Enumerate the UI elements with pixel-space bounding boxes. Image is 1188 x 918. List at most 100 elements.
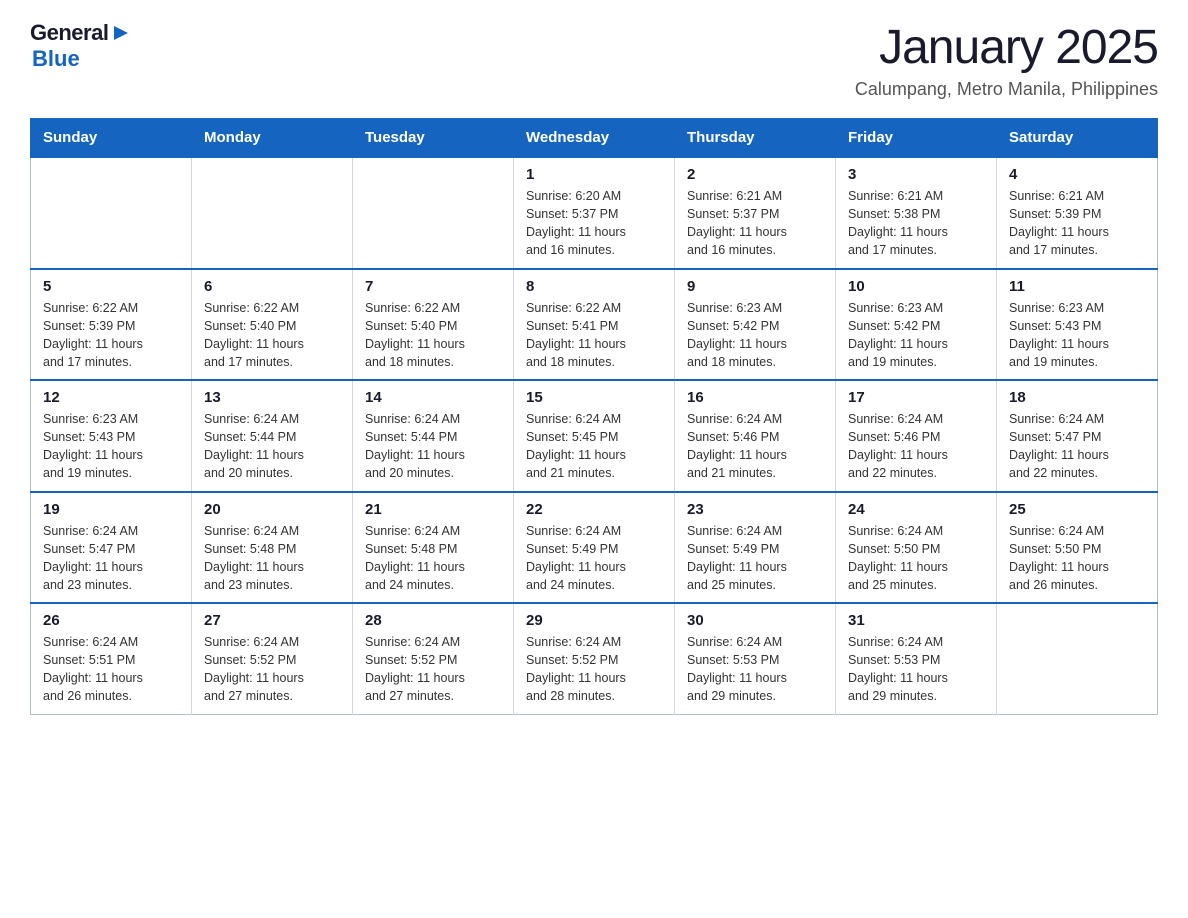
- day-number: 23: [687, 501, 823, 518]
- day-number: 29: [526, 612, 662, 629]
- day-number: 1: [526, 166, 662, 183]
- calendar-cell-w5-d5: 30 Sunrise: 6:24 AMSunset: 5:53 PMDayligh…: [675, 603, 836, 714]
- day-info: Sunrise: 6:24 AMSunset: 5:52 PMDaylight:…: [365, 633, 501, 706]
- calendar-cell-w5-d6: 31Sunrise: 6:24 AMSunset: 5:53 PMDayligh…: [836, 603, 997, 714]
- calendar-cell-w4-d5: 23 Sunrise: 6:24 AMSunset: 5:49 PMDayligh…: [675, 492, 836, 604]
- calendar-cell-w1-d2: [192, 157, 353, 269]
- calendar-cell-w2-d4: 8Sunrise: 6:22 AMSunset: 5:41 PMDaylight…: [514, 269, 675, 381]
- calendar-week-3: 12 Sunrise: 6:23 AMSunset: 5:43 PMDayligh…: [31, 380, 1158, 492]
- day-info: Sunrise: 6:22 AMSunset: 5:40 PMDaylight:…: [365, 299, 501, 372]
- day-number: 9: [687, 278, 823, 295]
- day-number: 28: [365, 612, 501, 629]
- day-number: 4: [1009, 166, 1145, 183]
- calendar-cell-w5-d4: 29 Sunrise: 6:24 AMSunset: 5:52 PMDayligh…: [514, 603, 675, 714]
- day-info: Sunrise: 6:24 AMSunset: 5:48 PMDaylight:…: [365, 522, 501, 595]
- logo-arrow-icon: [110, 22, 132, 44]
- day-number: 18: [1009, 389, 1145, 406]
- day-number: 10: [848, 278, 984, 295]
- day-info: Sunrise: 6:24 AMSunset: 5:53 PMDaylight:…: [687, 633, 823, 706]
- day-info: Sunrise: 6:24 AMSunset: 5:46 PMDaylight:…: [848, 410, 984, 483]
- title-block: January 2025 Calumpang, Metro Manila, Ph…: [855, 20, 1158, 100]
- day-info: Sunrise: 6:21 AMSunset: 5:37 PMDaylight:…: [687, 187, 823, 260]
- header-wednesday: Wednesday: [514, 119, 675, 158]
- day-number: 13: [204, 389, 340, 406]
- calendar-cell-w3-d6: 17 Sunrise: 6:24 AMSunset: 5:46 PMDayligh…: [836, 380, 997, 492]
- calendar-cell-w2-d2: 6Sunrise: 6:22 AMSunset: 5:40 PMDaylight…: [192, 269, 353, 381]
- day-number: 31: [848, 612, 984, 629]
- calendar-cell-w3-d2: 13 Sunrise: 6:24 AMSunset: 5:44 PMDayligh…: [192, 380, 353, 492]
- day-info: Sunrise: 6:23 AMSunset: 5:42 PMDaylight:…: [687, 299, 823, 372]
- day-info: Sunrise: 6:23 AMSunset: 5:42 PMDaylight:…: [848, 299, 984, 372]
- logo-blue-text: Blue: [32, 46, 80, 72]
- calendar-cell-w3-d1: 12 Sunrise: 6:23 AMSunset: 5:43 PMDayligh…: [31, 380, 192, 492]
- day-info: Sunrise: 6:24 AMSunset: 5:52 PMDaylight:…: [526, 633, 662, 706]
- day-number: 22: [526, 501, 662, 518]
- calendar-cell-w4-d1: 19Sunrise: 6:24 AMSunset: 5:47 PMDayligh…: [31, 492, 192, 604]
- header-monday: Monday: [192, 119, 353, 158]
- day-info: Sunrise: 6:24 AMSunset: 5:50 PMDaylight:…: [848, 522, 984, 595]
- header-saturday: Saturday: [997, 119, 1158, 158]
- calendar-cell-w1-d7: 4Sunrise: 6:21 AMSunset: 5:39 PMDaylight…: [997, 157, 1158, 269]
- day-info: Sunrise: 6:24 AMSunset: 5:49 PMDaylight:…: [526, 522, 662, 595]
- day-info: Sunrise: 6:20 AMSunset: 5:37 PMDaylight:…: [526, 187, 662, 260]
- day-info: Sunrise: 6:24 AMSunset: 5:51 PMDaylight:…: [43, 633, 179, 706]
- calendar-cell-w2-d3: 7 Sunrise: 6:22 AMSunset: 5:40 PMDaylight…: [353, 269, 514, 381]
- day-number: 30: [687, 612, 823, 629]
- day-info: Sunrise: 6:24 AMSunset: 5:48 PMDaylight:…: [204, 522, 340, 595]
- day-info: Sunrise: 6:23 AMSunset: 5:43 PMDaylight:…: [43, 410, 179, 483]
- header-sunday: Sunday: [31, 119, 192, 158]
- calendar-cell-w2-d6: 10 Sunrise: 6:23 AMSunset: 5:42 PMDayligh…: [836, 269, 997, 381]
- day-number: 27: [204, 612, 340, 629]
- calendar-cell-w3-d5: 16 Sunrise: 6:24 AMSunset: 5:46 PMDayligh…: [675, 380, 836, 492]
- calendar-cell-w3-d4: 15Sunrise: 6:24 AMSunset: 5:45 PMDayligh…: [514, 380, 675, 492]
- day-number: 20: [204, 501, 340, 518]
- day-number: 5: [43, 278, 179, 295]
- calendar-cell-w5-d2: 27Sunrise: 6:24 AMSunset: 5:52 PMDayligh…: [192, 603, 353, 714]
- calendar-cell-w1-d5: 2Sunrise: 6:21 AMSunset: 5:37 PMDaylight…: [675, 157, 836, 269]
- day-info: Sunrise: 6:24 AMSunset: 5:47 PMDaylight:…: [43, 522, 179, 595]
- calendar-cell-w1-d3: [353, 157, 514, 269]
- day-number: 12: [43, 389, 179, 406]
- day-info: Sunrise: 6:24 AMSunset: 5:46 PMDaylight:…: [687, 410, 823, 483]
- calendar-table: SundayMondayTuesdayWednesdayThursdayFrid…: [30, 118, 1158, 715]
- day-number: 7: [365, 278, 501, 295]
- logo-general-text: General: [30, 20, 108, 46]
- day-number: 15: [526, 389, 662, 406]
- day-info: Sunrise: 6:21 AMSunset: 5:38 PMDaylight:…: [848, 187, 984, 260]
- day-info: Sunrise: 6:24 AMSunset: 5:49 PMDaylight:…: [687, 522, 823, 595]
- calendar-week-4: 19Sunrise: 6:24 AMSunset: 5:47 PMDayligh…: [31, 492, 1158, 604]
- calendar-cell-w2-d5: 9 Sunrise: 6:23 AMSunset: 5:42 PMDaylight…: [675, 269, 836, 381]
- calendar-cell-w5-d7: [997, 603, 1158, 714]
- calendar-cell-w3-d3: 14Sunrise: 6:24 AMSunset: 5:44 PMDayligh…: [353, 380, 514, 492]
- day-info: Sunrise: 6:24 AMSunset: 5:44 PMDaylight:…: [204, 410, 340, 483]
- day-info: Sunrise: 6:24 AMSunset: 5:50 PMDaylight:…: [1009, 522, 1145, 595]
- day-number: 24: [848, 501, 984, 518]
- calendar-cell-w4-d6: 24 Sunrise: 6:24 AMSunset: 5:50 PMDayligh…: [836, 492, 997, 604]
- day-info: Sunrise: 6:22 AMSunset: 5:39 PMDaylight:…: [43, 299, 179, 372]
- calendar-week-1: 1 Sunrise: 6:20 AMSunset: 5:37 PMDaylight…: [31, 157, 1158, 269]
- page-subtitle: Calumpang, Metro Manila, Philippines: [855, 79, 1158, 100]
- day-number: 17: [848, 389, 984, 406]
- calendar-cell-w5-d1: 26Sunrise: 6:24 AMSunset: 5:51 PMDayligh…: [31, 603, 192, 714]
- calendar-cell-w1-d6: 3Sunrise: 6:21 AMSunset: 5:38 PMDaylight…: [836, 157, 997, 269]
- calendar-cell-w1-d4: 1 Sunrise: 6:20 AMSunset: 5:37 PMDaylight…: [514, 157, 675, 269]
- header-friday: Friday: [836, 119, 997, 158]
- day-info: Sunrise: 6:23 AMSunset: 5:43 PMDaylight:…: [1009, 299, 1145, 372]
- calendar-cell-w1-d1: [31, 157, 192, 269]
- calendar-cell-w3-d7: 18 Sunrise: 6:24 AMSunset: 5:47 PMDayligh…: [997, 380, 1158, 492]
- calendar-cell-w5-d3: 28 Sunrise: 6:24 AMSunset: 5:52 PMDayligh…: [353, 603, 514, 714]
- header-tuesday: Tuesday: [353, 119, 514, 158]
- day-number: 25: [1009, 501, 1145, 518]
- day-number: 21: [365, 501, 501, 518]
- day-number: 16: [687, 389, 823, 406]
- day-info: Sunrise: 6:24 AMSunset: 5:47 PMDaylight:…: [1009, 410, 1145, 483]
- day-info: Sunrise: 6:24 AMSunset: 5:44 PMDaylight:…: [365, 410, 501, 483]
- calendar-cell-w4-d2: 20 Sunrise: 6:24 AMSunset: 5:48 PMDayligh…: [192, 492, 353, 604]
- logo: General Blue: [30, 20, 132, 72]
- calendar-header-row: SundayMondayTuesdayWednesdayThursdayFrid…: [31, 119, 1158, 158]
- day-info: Sunrise: 6:22 AMSunset: 5:41 PMDaylight:…: [526, 299, 662, 372]
- header-thursday: Thursday: [675, 119, 836, 158]
- calendar-cell-w2-d7: 11Sunrise: 6:23 AMSunset: 5:43 PMDayligh…: [997, 269, 1158, 381]
- page-title: January 2025: [855, 20, 1158, 75]
- day-number: 6: [204, 278, 340, 295]
